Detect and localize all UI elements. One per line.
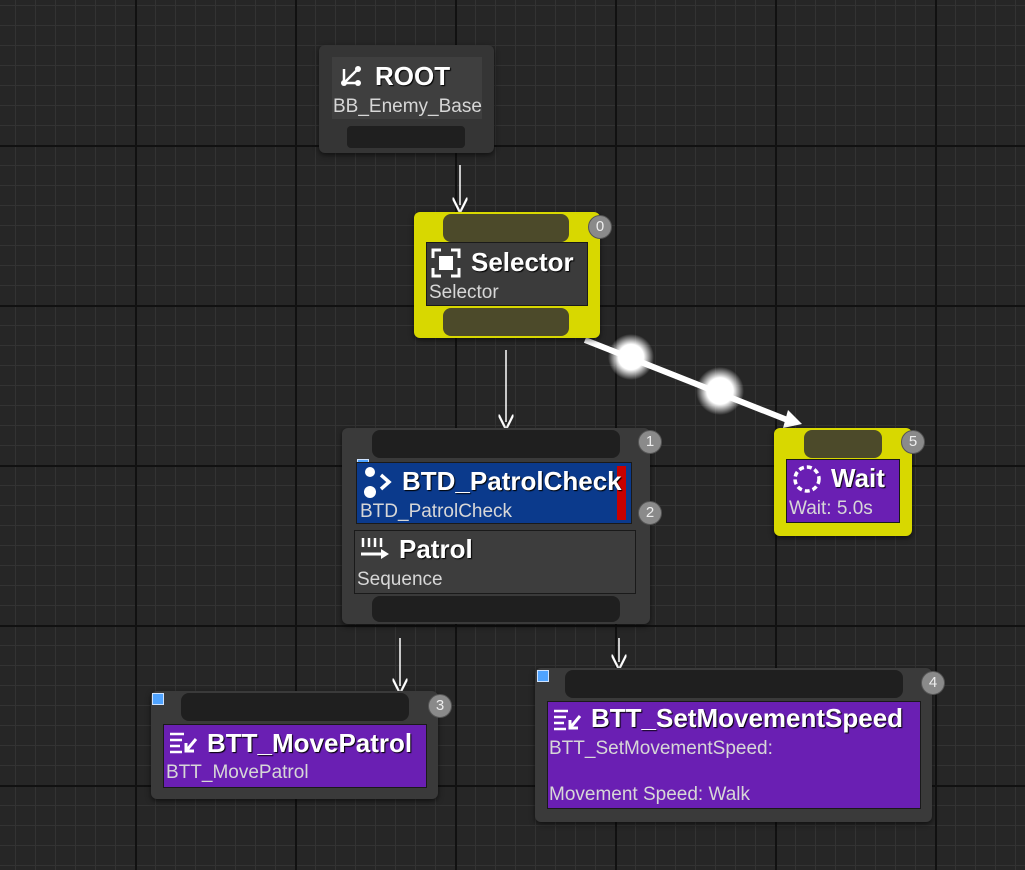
breakpoint-flag-icon xyxy=(537,670,549,682)
root-node[interactable]: ROOT BB_Enemy_Base xyxy=(319,45,494,153)
set-speed-input-pin[interactable] xyxy=(565,670,903,698)
set-speed-node[interactable]: 4 BTT_SetMovementSpeed BTT_SetMovementSp… xyxy=(535,668,945,822)
root-subtitle: BB_Enemy_Base xyxy=(333,96,482,117)
selector-subtitle: Selector xyxy=(429,282,499,303)
selector-output-pin[interactable] xyxy=(443,308,569,336)
execution-index-badge: 1 xyxy=(638,430,662,454)
sequence-icon xyxy=(361,538,389,559)
execution-index-badge: 5 xyxy=(901,430,925,454)
patrol-output-pin[interactable] xyxy=(372,596,620,622)
execution-pulse xyxy=(608,334,654,380)
move-patrol-node[interactable]: 3 BTT_MovePatrol BTT_MovePatrol xyxy=(151,691,452,799)
patrol-input-pin[interactable] xyxy=(372,430,620,458)
execution-pulse xyxy=(696,367,744,415)
selector-input-pin[interactable] xyxy=(443,214,569,242)
move-patrol-subtitle: BTT_MovePatrol xyxy=(166,762,309,783)
root-title: ROOT xyxy=(375,61,451,91)
wait-subtitle: Wait: 5.0s xyxy=(789,498,873,519)
task-icon xyxy=(170,732,198,754)
decorator-title: BTD_PatrolCheck xyxy=(402,466,622,496)
root-output-pin[interactable] xyxy=(347,126,465,148)
breakpoint-flag-icon xyxy=(152,693,164,705)
patrol-node[interactable]: 1 BTD_PatrolCheck BTD_PatrolCheck 2 Patr… xyxy=(342,428,662,624)
wait-timer-icon xyxy=(793,465,821,493)
move-patrol-title: BTT_MovePatrol xyxy=(207,728,413,758)
execution-index-badge: 2 xyxy=(638,501,662,525)
wait-title: Wait xyxy=(831,463,885,493)
execution-index-badge: 3 xyxy=(428,694,452,718)
decorator-subtitle: BTD_PatrolCheck xyxy=(360,501,513,522)
composite-subtitle: Sequence xyxy=(357,569,443,590)
set-speed-title: BTT_SetMovementSpeed xyxy=(591,703,904,733)
execution-index-badge: 4 xyxy=(921,671,945,695)
set-speed-subtitle: BTT_SetMovementSpeed: xyxy=(549,738,773,759)
composite-title: Patrol xyxy=(399,534,473,564)
wait-node[interactable]: Wait Wait: 5.0s 5 xyxy=(774,428,925,536)
task-icon xyxy=(554,709,582,731)
move-patrol-input-pin[interactable] xyxy=(181,693,409,721)
wait-input-pin[interactable] xyxy=(804,430,882,458)
selector-icon xyxy=(431,248,461,278)
set-speed-detail: Movement Speed: Walk xyxy=(549,784,750,805)
execution-index-badge: 0 xyxy=(588,215,612,239)
selector-node[interactable]: Selector Selector 0 xyxy=(414,212,612,338)
root-branch-icon xyxy=(341,66,361,86)
decorator-check-icon xyxy=(364,467,392,498)
selector-title: Selector xyxy=(471,247,574,277)
